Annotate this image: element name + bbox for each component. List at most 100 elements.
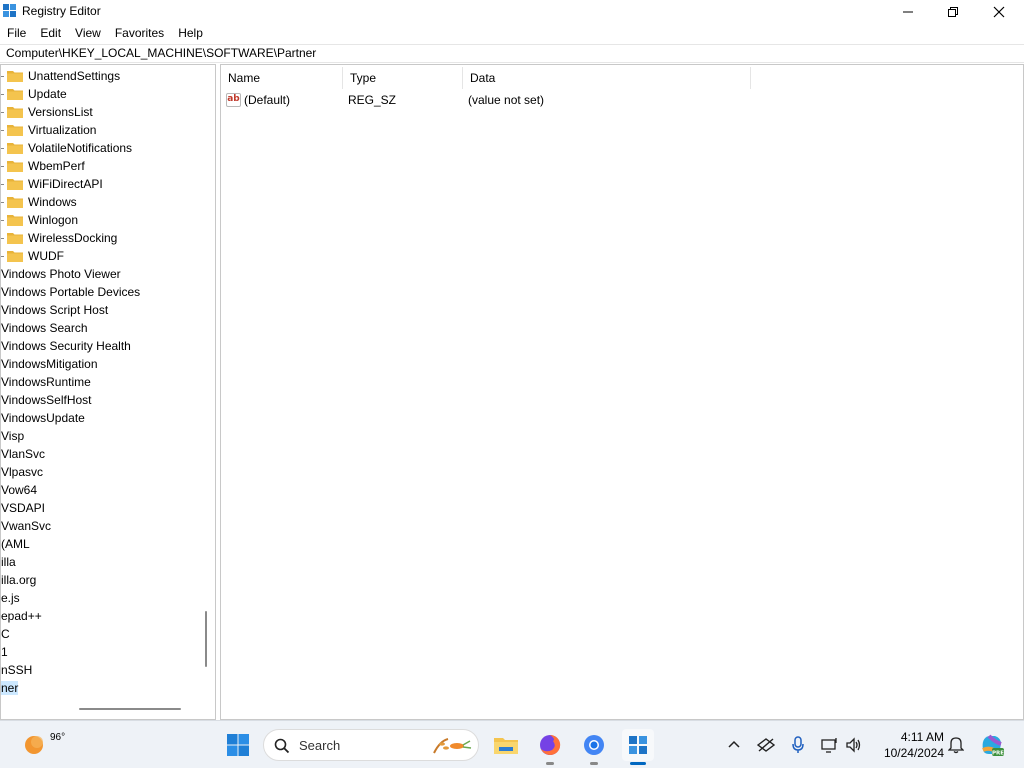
tree-item[interactable]: Vindows Security Health [1,337,201,355]
tree-item-label: ner [1,681,19,695]
tree-item-label: Vindows Security Health [1,339,131,353]
key-tree: UnattendSettings Update VersionsList Virtua… [1,67,201,697]
tree-item[interactable]: Winlogon [1,211,201,229]
tree-item[interactable]: C [1,625,201,643]
tree-item[interactable]: WbemPerf [1,157,201,175]
menu-bar: File Edit View Favorites Help [0,24,1024,44]
menu-help[interactable]: Help [171,24,210,44]
tree-item[interactable]: VSDAPI [1,499,201,517]
values-pane[interactable]: Name Type Data ab (Default) REG_SZ (valu… [220,64,1024,720]
string-value-icon: ab [226,93,241,107]
column-header-data[interactable]: Data [463,67,751,89]
key-tree-pane[interactable]: UnattendSettings Update VersionsList Virtua… [0,64,216,720]
column-header-type[interactable]: Type [343,67,463,89]
tree-item[interactable]: Windows [1,193,201,211]
tree-connector [1,94,4,95]
search-icon [274,738,290,754]
tree-item-label: Winlogon [28,213,79,227]
tree-item[interactable]: Virtualization [1,121,201,139]
tree-item[interactable]: illa [1,553,201,571]
tree-item[interactable]: epad++ [1,607,201,625]
taskbar-chrome[interactable] [578,729,610,765]
microphone-icon [792,736,804,753]
tree-item-label: Vindows Search [1,321,88,335]
tree-item-label: WbemPerf [28,159,85,173]
value-row[interactable]: ab (Default) REG_SZ (value not set) [221,90,751,110]
minimize-icon [903,11,913,13]
tree-item[interactable]: VersionsList [1,103,201,121]
tree-connector [1,76,4,77]
microphone-status[interactable] [788,735,808,755]
tree-connector [1,130,4,131]
tree-item[interactable]: Update [1,85,201,103]
taskbar-firefox[interactable] [534,729,566,765]
tree-item-label: WiFiDirectAPI [28,177,103,191]
tree-item[interactable]: VindowsMitigation [1,355,201,373]
tree-item[interactable]: illa.org [1,571,201,589]
tree-item-selected[interactable]: ner [1,679,201,697]
tree-item[interactable]: VindowsSelfHost [1,391,201,409]
search-highlight-icon [433,738,472,754]
menu-view[interactable]: View [68,24,108,44]
tree-item[interactable]: Vow64 [1,481,201,499]
tree-item[interactable]: Vindows Photo Viewer [1,265,201,283]
tree-item[interactable]: e.js [1,589,201,607]
folder-icon [7,71,23,82]
address-bar[interactable]: Computer\HKEY_LOCAL_MACHINE\SOFTWARE\Par… [0,44,1024,63]
column-header-name[interactable]: Name [221,67,343,89]
tree-item[interactable]: nSSH [1,661,201,679]
tree-vertical-scroll-thumb[interactable] [205,611,207,667]
tree-item[interactable]: WiFiDirectAPI [1,175,201,193]
tree-horizontal-scroll-thumb[interactable] [79,708,181,710]
connection-status[interactable] [820,735,840,755]
tree-connector [1,238,4,239]
no-internet-icon [757,738,775,752]
volume-control[interactable] [844,735,864,755]
close-icon [993,6,1005,18]
menu-favorites[interactable]: Favorites [108,24,171,44]
taskbar-search[interactable]: Search [263,729,479,761]
tree-item[interactable]: VindowsUpdate [1,409,201,427]
tree-item[interactable]: (AML [1,535,201,553]
folder-icon [7,215,23,226]
tree-item[interactable]: UnattendSettings [1,67,201,85]
menu-file[interactable]: File [0,24,33,44]
start-button[interactable] [222,729,254,761]
tree-connector [1,220,4,221]
menu-edit[interactable]: Edit [33,24,68,44]
tree-item[interactable]: VlanSvc [1,445,201,463]
restore-button[interactable] [930,0,976,24]
network-status[interactable] [756,735,776,755]
tree-item[interactable]: VolatileNotifications [1,139,201,157]
tree-item[interactable]: VwanSvc [1,517,201,535]
tree-item-label: Vow64 [1,483,38,497]
folder-icon [7,89,23,100]
tree-item[interactable]: WUDF [1,247,201,265]
tree-item[interactable]: Visp [1,427,201,445]
active-indicator [630,762,646,765]
taskbar-registry-editor[interactable] [622,729,654,765]
tree-item-label: e.js [1,591,20,605]
notifications-button[interactable] [946,735,966,755]
restore-icon [948,7,958,17]
tree-item[interactable]: VindowsRuntime [1,373,201,391]
tree-item[interactable]: Vindows Search [1,319,201,337]
minimize-button[interactable] [885,0,931,24]
weather-temperature: 96° [50,732,66,743]
tree-item-label: Virtualization [28,123,97,137]
tree-item[interactable]: WirelessDocking [1,229,201,247]
tree-item[interactable]: 1 [1,643,201,661]
title-bar[interactable]: Registry Editor [0,0,1024,24]
taskbar-file-explorer[interactable] [490,729,522,761]
tree-item[interactable]: Vindows Script Host [1,301,201,319]
copilot-icon: PRE [982,734,1004,757]
tree-item[interactable]: Vlpasvc [1,463,201,481]
weather-sun-icon [25,736,43,754]
weather-widget[interactable]: 96° [20,729,80,761]
taskbar-clock[interactable]: 4:11 AM 10/24/2024 [874,729,944,761]
taskbar-copilot[interactable]: PRE [976,729,1008,761]
folder-icon [7,179,23,190]
close-button[interactable] [976,0,1022,24]
tree-item[interactable]: Vindows Portable Devices [1,283,201,301]
show-hidden-icons-button[interactable] [724,735,744,755]
